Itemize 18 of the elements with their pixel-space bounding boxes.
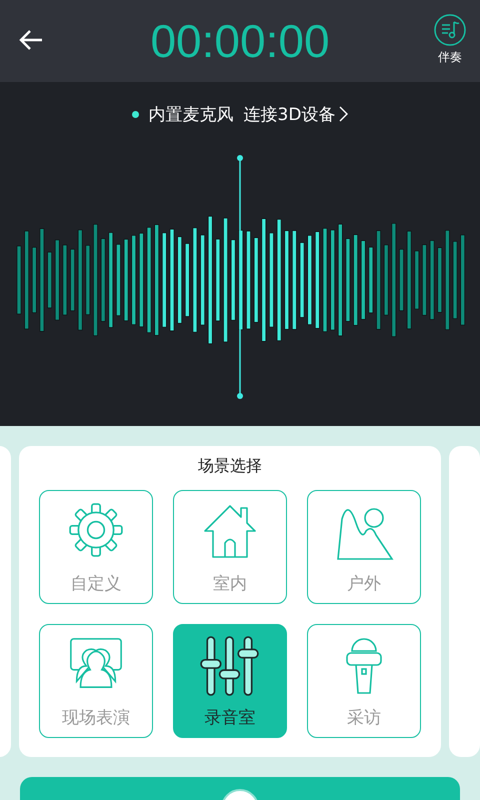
scene-tile[interactable]: 户外 <box>307 490 421 604</box>
microphone-icon <box>344 635 384 695</box>
scene-title: 场景选择 <box>198 456 262 477</box>
playhead-line[interactable] <box>237 155 243 399</box>
music-note-icon[interactable] <box>434 14 466 46</box>
mic-source-label: 内置麦克风 <box>148 104 234 126</box>
chevron-right-icon <box>339 106 348 122</box>
connect-device-link[interactable]: 连接3D设备 <box>244 102 348 126</box>
status-dot <box>132 110 139 118</box>
scene-tile[interactable]: 室内 <box>173 490 287 604</box>
recording-timer: 00:00:00 <box>150 14 330 68</box>
gear-icon <box>67 501 125 559</box>
sliders-icon <box>199 635 261 697</box>
accompaniment-label: 伴奏 <box>438 49 462 66</box>
scene-tile[interactable]: 现场表演 <box>39 624 153 738</box>
scene-tile[interactable]: 自定义 <box>39 490 153 604</box>
scene-tile[interactable]: 录音室 <box>173 624 287 738</box>
scene-tile[interactable]: 采访 <box>307 624 421 738</box>
